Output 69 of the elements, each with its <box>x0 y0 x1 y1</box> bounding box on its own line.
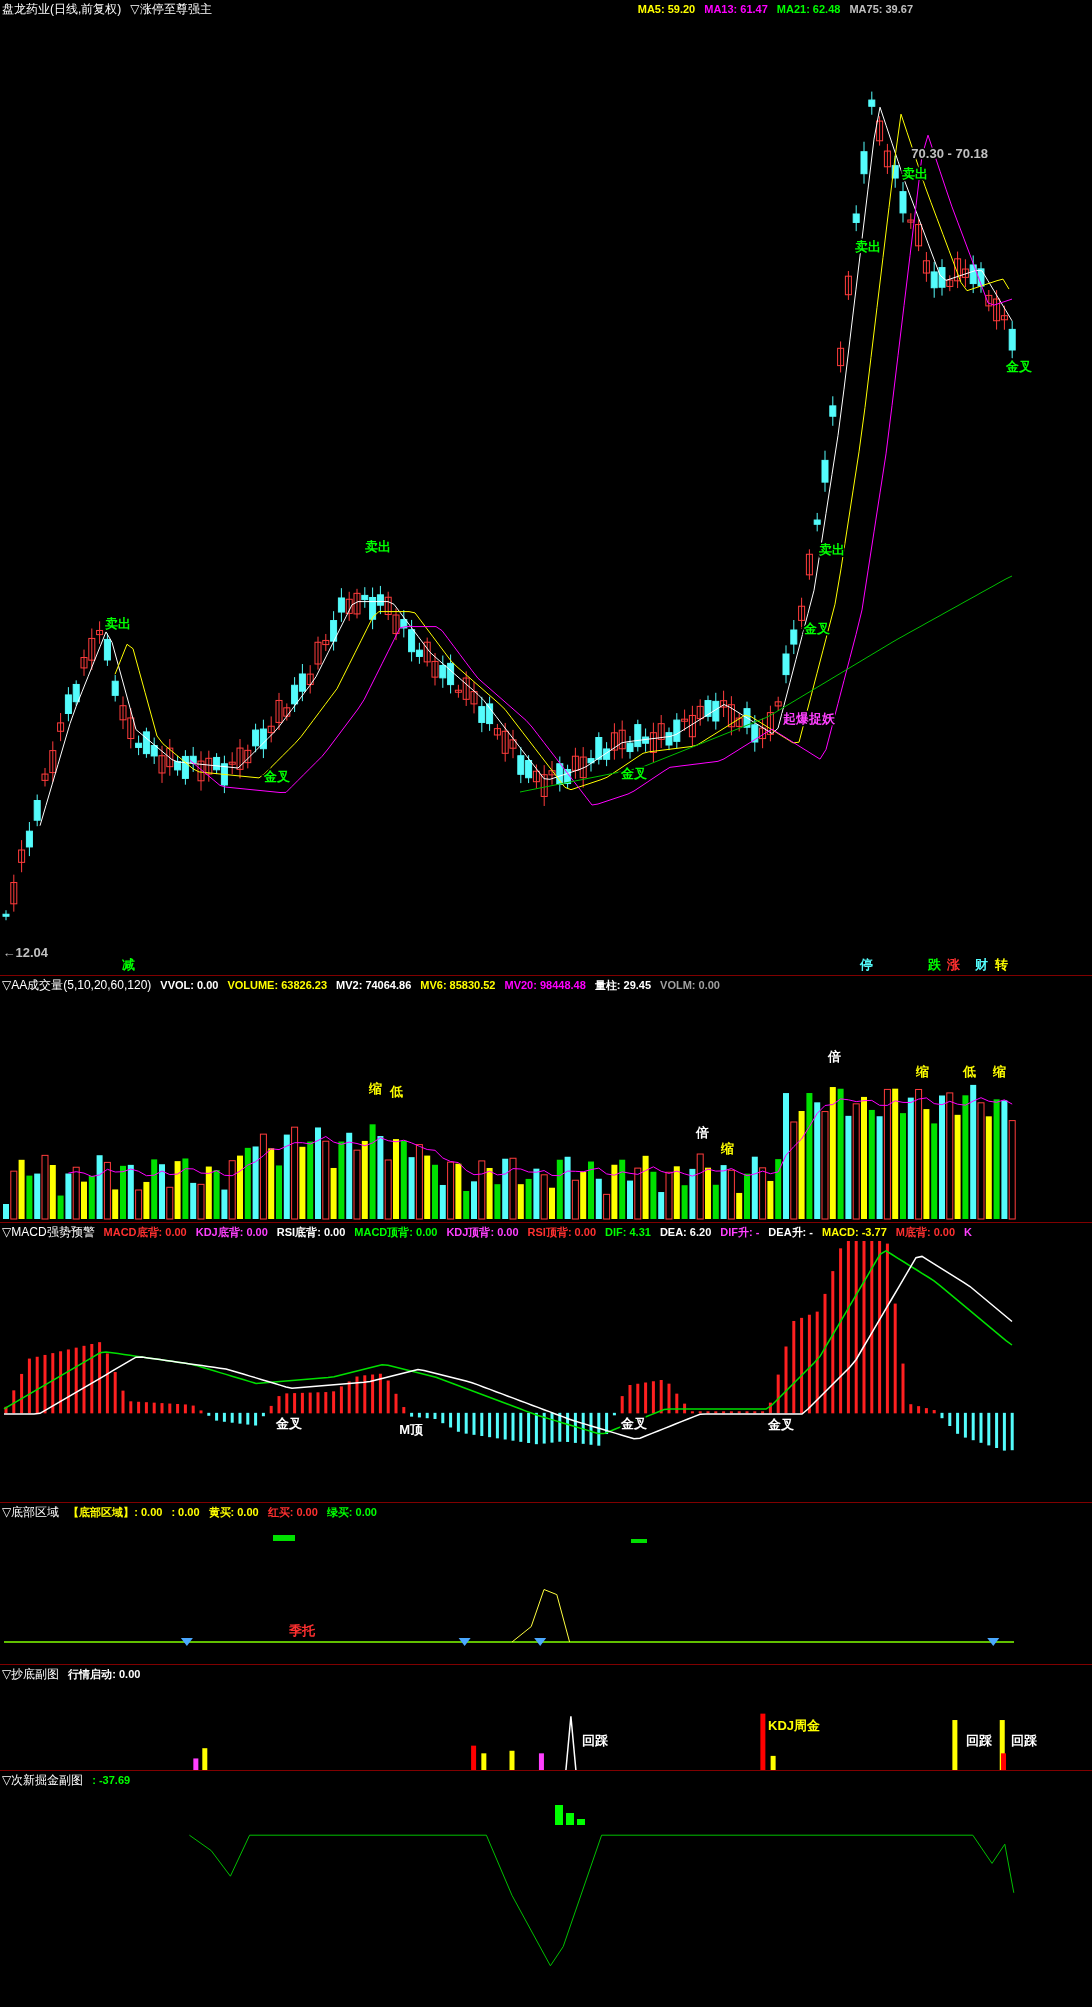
chart-annotation: 回踩 <box>1011 1733 1038 1749</box>
chart-annotation: ←12.04 <box>2 945 49 961</box>
chart-annotation: 低 <box>962 1063 976 1079</box>
legend-value: MV20: 98448.48 <box>504 979 586 991</box>
chart-annotation: 卖出 <box>104 616 131 632</box>
chart-annotation: 缩 <box>368 1080 382 1096</box>
legend-value: RSI底背: 0.00 <box>276 1224 346 1240</box>
legend-value: MA13: 61.47 <box>704 3 768 15</box>
chart-annotation: 跌 <box>928 956 941 972</box>
legend-value: MA21: 62.48 <box>776 3 841 15</box>
chart-annotation: M顶 <box>399 1422 424 1438</box>
pane-title[interactable]: ▽AA成交量(5,10,20,60,120) <box>2 976 152 994</box>
chart-annotation: 回踩 <box>966 1733 993 1749</box>
legend-value: MACD: -3.77 <box>821 1226 887 1238</box>
legend-value: KDJ顶背: 0.00 <box>446 1224 519 1240</box>
chart-annotation: 缩 <box>993 1063 1007 1079</box>
legend-value: 【底部区域】: 0.00 <box>68 1504 163 1520</box>
pane-title[interactable]: ▽MACD强势预警 <box>2 1223 95 1241</box>
chart-annotation: 财 <box>975 956 989 972</box>
chart-annotation: 停 <box>860 956 874 972</box>
chart-annotation: 转 <box>994 956 1008 972</box>
legend-value: DIF升: - <box>720 1224 760 1240</box>
legend-value: MA5: 59.20 <box>637 3 696 15</box>
chart-annotation: 季托 <box>289 1623 316 1639</box>
legend-value: MACD顶背: 0.00 <box>354 1224 438 1240</box>
chart-annotation: 金叉 <box>263 768 290 784</box>
legend-value: MV6: 85830.52 <box>420 979 496 991</box>
legend-value: 量柱: 29.45 <box>594 977 652 993</box>
legend-value: KDJ底背: 0.00 <box>195 1224 268 1240</box>
legend-value: DEA: 6.20 <box>659 1226 712 1238</box>
chart-annotation: 倍 <box>828 1048 842 1064</box>
chart-annotation: 金叉 <box>620 766 647 781</box>
legend-value: VOLM: 0.00 <box>660 979 720 991</box>
chart-annotation: 回踩 <box>582 1733 609 1749</box>
legend-value: M底背: 0.00 <box>895 1224 956 1240</box>
chart-annotation: 卖出 <box>855 238 882 254</box>
pane-title[interactable]: ▽底部区域 <box>2 1503 60 1521</box>
chart-annotation: 低 <box>390 1084 404 1100</box>
pane-title[interactable]: ▽抄底副图 <box>2 1665 60 1683</box>
chart-annotation: 卖出 <box>364 539 391 555</box>
chart-annotation: 涨 <box>947 956 961 972</box>
chart-annotation: 金叉 <box>1006 358 1033 374</box>
chart-annotation: 减 <box>121 956 135 972</box>
chart-annotation: 卖出 <box>819 542 846 557</box>
legend-value: RSI顶背: 0.00 <box>527 1224 597 1240</box>
indicator-title[interactable]: ▽涨停至尊强主 <box>130 0 212 18</box>
stock-title: 盘龙药业(日线,前复权) <box>2 0 122 18</box>
chart-annotation: 倍 <box>696 1125 710 1141</box>
legend-value: 红买: 0.00 <box>267 1504 318 1520</box>
chart-annotation: KDJ周金 <box>768 1718 820 1734</box>
legend-value: 黄买: 0.00 <box>208 1504 259 1520</box>
legend-value: K <box>964 1226 972 1238</box>
chart-annotation: 金叉 <box>276 1415 303 1431</box>
legend-value: DIF: 4.31 <box>605 1226 651 1238</box>
chart-annotation: 金叉 <box>768 1417 794 1433</box>
pane-title[interactable]: ▽次新掘金副图 <box>2 1771 84 1789</box>
legend-value: : -37.69 <box>92 1774 131 1786</box>
legend-value: 绿买: 0.00 <box>326 1504 377 1520</box>
legend-value: MV2: 74064.86 <box>336 979 412 991</box>
legend-value: : 0.00 <box>171 1506 200 1518</box>
legend-value: VVOL: 0.00 <box>160 979 219 991</box>
chart-annotation: 金叉 <box>803 621 830 637</box>
legend-value: MACD底背: 0.00 <box>103 1224 187 1240</box>
chart-annotation: 缩 <box>720 1140 734 1156</box>
legend-value: 行情启动: 0.00 <box>68 1666 141 1682</box>
legend-value: MA75: 39.67 <box>849 3 913 15</box>
legend-value: VOLUME: 63826.23 <box>227 979 328 991</box>
legend-value: DEA升: - <box>768 1224 813 1240</box>
chart-annotation: 缩 <box>916 1063 930 1079</box>
